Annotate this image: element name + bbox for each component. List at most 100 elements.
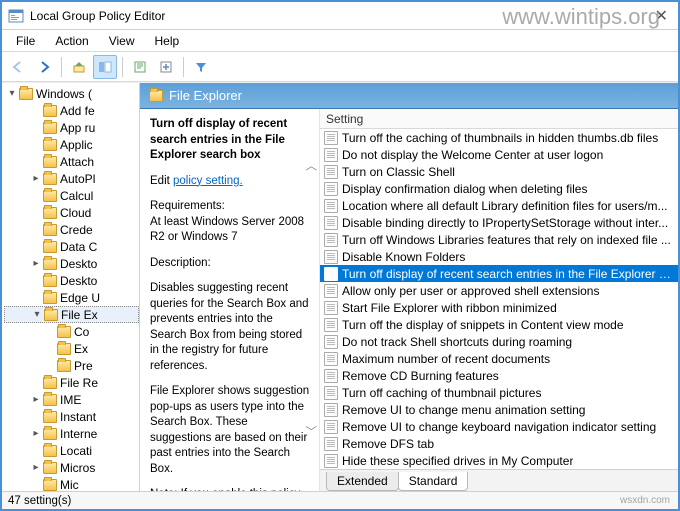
tree-item-label: IME: [60, 393, 81, 407]
setting-label: Do not track Shell shortcuts during roam…: [342, 335, 572, 349]
tree-item[interactable]: Locati: [4, 442, 139, 459]
tree-item[interactable]: Mic: [4, 476, 139, 491]
setting-row[interactable]: Remove DFS tab: [320, 435, 678, 452]
setting-row[interactable]: Turn on Classic Shell: [320, 163, 678, 180]
export-button[interactable]: [154, 55, 178, 79]
menu-action[interactable]: Action: [45, 32, 98, 50]
refresh-button[interactable]: [128, 55, 152, 79]
tree-item[interactable]: Calcul: [4, 187, 139, 204]
tree-pane[interactable]: ▾ Windows ( Add feApp ruApplicAttach▸Aut…: [2, 83, 140, 491]
tab-extended[interactable]: Extended: [326, 472, 399, 491]
tree-item[interactable]: Applic: [4, 136, 139, 153]
tree-item[interactable]: Pre: [4, 357, 139, 374]
back-button[interactable]: [6, 55, 30, 79]
tree-item[interactable]: Cloud: [4, 204, 139, 221]
list-header-setting[interactable]: Setting: [320, 109, 678, 129]
folder-icon: [43, 190, 57, 202]
tree-item[interactable]: Data C: [4, 238, 139, 255]
forward-button[interactable]: [32, 55, 56, 79]
tree-item[interactable]: File Re: [4, 374, 139, 391]
setting-row[interactable]: Start File Explorer with ribbon minimize…: [320, 299, 678, 316]
tree-item[interactable]: ▸Micros: [4, 459, 139, 476]
description-column[interactable]: Turn off display of recent search entrie…: [140, 109, 320, 491]
tree-item[interactable]: Attach: [4, 153, 139, 170]
tree-item[interactable]: Edge U: [4, 289, 139, 306]
twisty-icon[interactable]: ▸: [30, 258, 42, 269]
edit-policy-link[interactable]: policy setting.: [173, 175, 243, 187]
policy-icon: [324, 420, 338, 434]
tree-item[interactable]: Ex: [4, 340, 139, 357]
menu-file[interactable]: File: [6, 32, 45, 50]
twisty-icon[interactable]: ▸: [30, 462, 42, 473]
close-button[interactable]: ✕: [651, 6, 672, 26]
folder-icon: [43, 207, 57, 219]
description-p3: Note: If you enable this policy, File Ex…: [150, 487, 311, 491]
twisty-icon[interactable]: ▸: [30, 428, 42, 439]
tree-item[interactable]: ▾ File Ex: [4, 306, 139, 323]
folder-icon: [43, 462, 57, 474]
setting-row[interactable]: Hide these specified drives in My Comput…: [320, 452, 678, 469]
tree-item[interactable]: Co: [4, 323, 139, 340]
setting-row[interactable]: Maximum number of recent documents: [320, 350, 678, 367]
setting-label: Remove UI to change keyboard navigation …: [342, 420, 656, 434]
twisty-icon[interactable]: ▸: [30, 173, 42, 184]
policy-icon: [324, 454, 338, 468]
setting-row[interactable]: Do not display the Welcome Center at use…: [320, 146, 678, 163]
tree-item[interactable]: ▸Deskto: [4, 255, 139, 272]
folder-icon: [43, 224, 57, 236]
setting-row[interactable]: Remove UI to change menu animation setti…: [320, 401, 678, 418]
tree-root[interactable]: ▾ Windows (: [4, 85, 139, 102]
setting-row[interactable]: Do not track Shell shortcuts during roam…: [320, 333, 678, 350]
settings-list[interactable]: Turn off the caching of thumbnails in hi…: [320, 129, 678, 469]
policy-icon: [324, 199, 338, 213]
menu-help[interactable]: Help: [145, 32, 190, 50]
setting-row[interactable]: Turn off caching of thumbnail pictures: [320, 384, 678, 401]
tree-item-label: File Ex: [61, 308, 98, 322]
tree-item[interactable]: Instant: [4, 408, 139, 425]
content-header: File Explorer: [140, 83, 678, 109]
policy-icon: [324, 386, 338, 400]
setting-row[interactable]: Turn off display of recent search entrie…: [320, 265, 678, 282]
setting-row[interactable]: Turn off Windows Libraries features that…: [320, 231, 678, 248]
tab-standard[interactable]: Standard: [398, 472, 469, 491]
tree-item[interactable]: Crede: [4, 221, 139, 238]
setting-label: Allow only per user or approved shell ex…: [342, 284, 599, 298]
policy-icon: [324, 284, 338, 298]
tree-item-label: Edge U: [60, 291, 100, 305]
twisty-icon[interactable]: ▾: [31, 309, 43, 320]
setting-row[interactable]: Remove CD Burning features: [320, 367, 678, 384]
twisty-icon[interactable]: ▸: [30, 394, 42, 405]
folder-icon: [44, 309, 58, 321]
setting-row[interactable]: Remove UI to change keyboard navigation …: [320, 418, 678, 435]
setting-label: Disable Known Folders: [342, 250, 465, 264]
setting-row[interactable]: Turn off the display of snippets in Cont…: [320, 316, 678, 333]
policy-icon: [324, 369, 338, 383]
toolbar-separator-2: [122, 57, 123, 77]
folder-icon: [149, 90, 163, 102]
tree-item[interactable]: ▸Interne: [4, 425, 139, 442]
show-hide-tree-button[interactable]: [93, 55, 117, 79]
up-button[interactable]: [67, 55, 91, 79]
folder-icon: [43, 377, 57, 389]
filter-button[interactable]: [189, 55, 213, 79]
policy-icon: [324, 301, 338, 315]
setting-row[interactable]: Disable binding directly to IPropertySet…: [320, 214, 678, 231]
twisty-icon[interactable]: ▾: [6, 88, 18, 99]
menu-view[interactable]: View: [99, 32, 145, 50]
tree-item[interactable]: App ru: [4, 119, 139, 136]
tree-item-label: Instant: [60, 410, 96, 424]
tree-item-label: Locati: [60, 444, 92, 458]
tree-item[interactable]: Add fe: [4, 102, 139, 119]
setting-row[interactable]: Location where all default Library defin…: [320, 197, 678, 214]
tree-item[interactable]: Deskto: [4, 272, 139, 289]
setting-row[interactable]: Allow only per user or approved shell ex…: [320, 282, 678, 299]
setting-label: Location where all default Library defin…: [342, 199, 668, 213]
tree-item[interactable]: ▸ IME: [4, 391, 139, 408]
desc-scroll-icon[interactable]: ︿﹀: [306, 159, 318, 440]
folder-icon: [43, 139, 57, 151]
tree-item[interactable]: ▸AutoPl: [4, 170, 139, 187]
policy-icon: [324, 131, 338, 145]
setting-row[interactable]: Display confirmation dialog when deletin…: [320, 180, 678, 197]
setting-row[interactable]: Disable Known Folders: [320, 248, 678, 265]
setting-row[interactable]: Turn off the caching of thumbnails in hi…: [320, 129, 678, 146]
